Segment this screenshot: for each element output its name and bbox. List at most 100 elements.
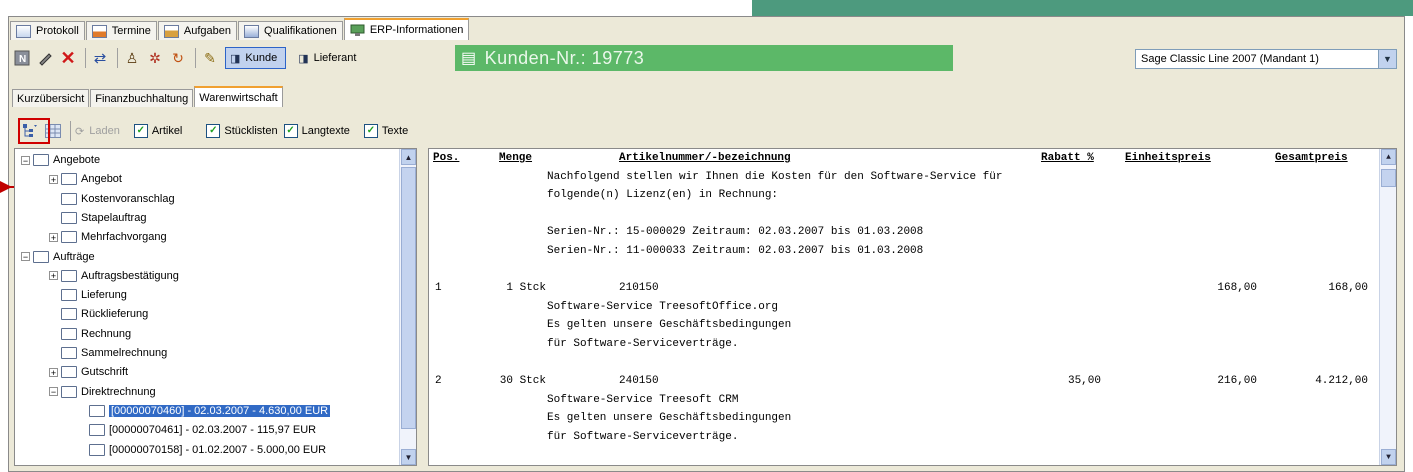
tree-node[interactable]: + Auftragsbestätigung — [49, 267, 179, 285]
qualifications-icon — [244, 24, 260, 38]
folder-icon — [61, 211, 77, 224]
document-scrollbar[interactable]: ▲ ▼ — [1379, 149, 1396, 465]
tree-node[interactable]: + Gutschrift — [49, 363, 128, 381]
tab-label: ERP-Informationen — [369, 24, 464, 36]
tab-qualifikationen[interactable]: Qualifikationen — [238, 21, 343, 40]
pane-splitter[interactable] — [419, 148, 427, 466]
kunde-button[interactable]: ◨ Kunde — [225, 47, 287, 69]
item-unit-price: 216,00 — [1217, 375, 1257, 388]
kunde-label: Kunde — [245, 52, 278, 64]
tree-node-label: Rücklieferung — [81, 308, 149, 321]
tree-node[interactable]: Sammelrechnung — [49, 344, 167, 362]
column-header-menge: Menge — [499, 152, 533, 164]
collapse-icon[interactable]: − — [21, 155, 30, 165]
highlight-box — [18, 118, 50, 144]
column-header-pos: Pos. — [433, 152, 460, 164]
tab-protokoll[interactable]: Protokoll — [10, 21, 85, 40]
scroll-down-icon[interactable]: ▼ — [1381, 449, 1396, 465]
item-description: Es gelten unsere Geschäftsbedingungen — [547, 412, 792, 425]
collapse-icon[interactable]: − — [21, 252, 30, 262]
tab-label: Kurzübersicht — [17, 92, 85, 105]
scroll-up-icon[interactable]: ▲ — [401, 149, 416, 165]
checkbox-label: Stücklisten — [224, 125, 278, 137]
tree-node[interactable]: Stapelauftrag — [49, 209, 146, 227]
item-quantity: 1 Stck — [506, 282, 546, 295]
new-record-icon[interactable]: N — [12, 48, 32, 68]
expand-icon[interactable]: + — [49, 367, 58, 377]
svg-text:N: N — [19, 54, 26, 65]
document-preview: Pos. Menge Artikelnummer/-bezeichnung Ra… — [428, 148, 1397, 466]
item-description: für Software-Serviceverträge. — [547, 431, 739, 443]
tree-node[interactable]: [00000070460] - 02.03.2007 - 4.630,00 EU… — [77, 402, 331, 420]
lieferant-button[interactable]: ◨ Lieferant — [294, 47, 360, 69]
item-description: für Software-Serviceverträge. — [547, 338, 739, 350]
folder-icon — [61, 173, 77, 186]
intro-text: Serien-Nr.: 15-000029 Zeitraum: 02.03.20… — [547, 226, 924, 239]
expand-icon[interactable]: + — [49, 174, 58, 184]
checkbox-stuecklisten[interactable]: ✓ Stücklisten — [206, 124, 278, 138]
tree-node[interactable]: [00000070158] - 01.02.2007 - 5.000,00 EU… — [77, 441, 326, 459]
tab-aufgaben[interactable]: Aufgaben — [157, 21, 238, 40]
column-header-artikel: Artikelnummer/-bezeichnung — [619, 152, 791, 164]
scroll-thumb[interactable] — [401, 167, 416, 429]
chevron-down-icon[interactable]: ▼ — [1378, 50, 1396, 68]
laden-button[interactable]: ⟳ Laden — [75, 125, 120, 138]
checkbox-checked-icon: ✓ — [283, 124, 298, 138]
tree-node[interactable]: [00000070461] - 02.03.2007 - 115,97 EUR — [77, 421, 316, 439]
folder-icon — [33, 250, 49, 263]
checkbox-langtexte[interactable]: ✓ Langtexte — [283, 124, 350, 138]
folder-icon — [89, 424, 105, 437]
item-quantity: 30 Stck — [499, 375, 546, 388]
document-tree[interactable]: − Angebote + Angebot Kostenvoranschlag Stapel… — [14, 148, 417, 466]
tab-termine[interactable]: Termine — [85, 21, 157, 40]
switch-arrows-icon[interactable]: ⇄ — [90, 48, 110, 68]
tree-node[interactable]: Rücklieferung — [49, 305, 148, 323]
checkbox-checked-icon: ✓ — [206, 124, 221, 138]
refresh-icon[interactable]: ↻ — [168, 48, 188, 68]
tab-erp-informationen[interactable]: ERP-Informationen — [343, 18, 470, 40]
tab-warenwirtschaft[interactable]: Warenwirtschaft — [194, 86, 283, 107]
tree-node[interactable]: Lieferung — [49, 286, 127, 304]
tree-node-label: [00000070461] - 02.03.2007 - 115,97 EUR — [109, 424, 317, 437]
checkbox-artikel[interactable]: ✓ Artikel — [133, 124, 182, 138]
tab-kurzuebersicht[interactable]: Kurzübersicht — [12, 89, 90, 107]
expand-icon[interactable]: + — [49, 232, 58, 242]
tree-node[interactable]: + Angebot — [49, 170, 122, 188]
checkbox-texte[interactable]: ✓ Texte — [363, 124, 408, 138]
tree-node[interactable]: − Direktrechnung — [49, 383, 156, 401]
pen-icon[interactable] — [35, 48, 55, 68]
tree-node-label: Direktrechnung — [81, 385, 156, 398]
toolbar-separator — [195, 48, 196, 68]
laden-label: Laden — [89, 125, 120, 137]
delete-icon[interactable]: ✕ — [58, 48, 78, 68]
scroll-up-icon[interactable]: ▲ — [1381, 149, 1396, 165]
tab-finanzbuchhaltung[interactable]: Finanzbuchhaltung — [90, 89, 194, 107]
customer-card-icon: ▤ — [461, 50, 477, 67]
tab-label: Termine — [111, 25, 151, 37]
collapse-icon[interactable]: − — [49, 387, 58, 397]
folder-icon — [89, 443, 105, 456]
tree-node-label: [00000070158] - 01.02.2007 - 5.000,00 EU… — [109, 443, 327, 456]
settings-gear-icon[interactable]: ✲ — [145, 48, 165, 68]
intro-text: folgende(n) Lizenz(en) in Rechnung: — [547, 189, 779, 202]
person-icon[interactable]: ♙ — [122, 48, 142, 68]
main-tab-strip: Protokoll Termine Aufgaben Qualifikation… — [10, 18, 470, 40]
expand-icon[interactable]: + — [49, 271, 58, 281]
customer-number-banner: ▤ Kunden-Nr.: 19773 — [455, 45, 953, 71]
tree-node[interactable]: − Angebote — [21, 151, 100, 169]
folder-icon — [61, 347, 77, 359]
pin-icon[interactable]: ✎ — [200, 48, 220, 68]
tree-node[interactable]: + Mehrfachvorgang — [49, 228, 167, 246]
tree-node-label: Auftragsbestätigung — [81, 269, 179, 282]
load-icon: ⟳ — [75, 125, 85, 138]
tree-scrollbar[interactable]: ▲ ▼ — [399, 149, 416, 465]
scroll-thumb[interactable] — [1381, 169, 1396, 187]
item-position: 2 — [435, 375, 442, 388]
tree-node[interactable]: Kostenvoranschlag — [49, 190, 175, 208]
folder-icon — [61, 269, 77, 282]
tree-node[interactable]: − Aufträge — [21, 248, 95, 266]
tree-node[interactable]: Rechnung — [49, 325, 131, 343]
mandant-select[interactable]: Sage Classic Line 2007 (Mandant 1) ▼ — [1135, 49, 1397, 69]
toolbar-separator — [85, 48, 86, 68]
scroll-down-icon[interactable]: ▼ — [401, 449, 416, 465]
